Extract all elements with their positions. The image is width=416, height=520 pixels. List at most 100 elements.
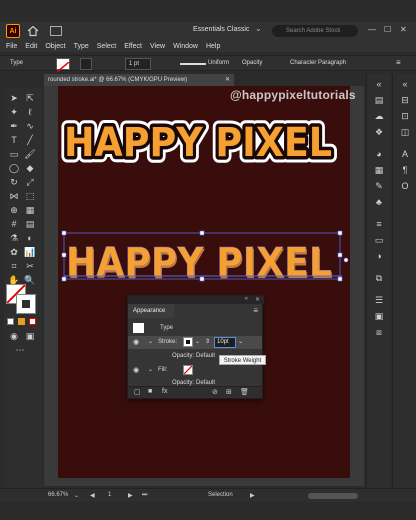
layers-panel-icon[interactable]: ❖ [373,126,385,138]
artboards-panel-icon[interactable]: ▣ [373,310,385,322]
eyedropper-icon[interactable]: ⚗ [8,232,20,244]
visibility-eye-icon[interactable]: ◉ [133,338,139,346]
menu-help[interactable]: Help [206,43,220,50]
stroke-row[interactable]: ◉ ⌄ Stroke: ⌄ ⇕ 10pt ⌄ [128,336,262,349]
blend-tool-icon[interactable]: ◐ [24,232,36,244]
document-tab[interactable]: rounded stroke.ai* @ 66.67% (CMYK/GPU Pr… [44,74,234,86]
mesh-tool-icon[interactable]: # [8,218,20,230]
draw-mode-icon[interactable]: ◉ [8,330,20,342]
free-transform-icon[interactable]: ⬚ [24,190,36,202]
screen-mode-icon[interactable]: ▣ [24,330,36,342]
add-effect-icon[interactable]: fx [162,388,167,395]
fill-attribute-label[interactable]: Fill: [158,367,167,373]
paragraph-panel-icon[interactable]: ¶ [399,164,411,176]
menu-edit[interactable]: Edit [25,43,37,50]
close-tab-icon[interactable]: ✕ [225,74,230,86]
stroke-swatch[interactable] [183,337,193,347]
image-trace-icon[interactable]: ⧉ [373,272,385,284]
paintbrush-icon[interactable]: 🖌 [24,148,36,160]
color-panel-icon[interactable]: ◕ [373,148,385,160]
menu-window[interactable]: Window [173,43,198,50]
minimize-icon[interactable]: — [368,25,376,34]
perspective-grid-icon[interactable]: ▦ [24,204,36,216]
magic-wand-icon[interactable]: ✦ [8,106,20,118]
opacity-link[interactable]: Opacity: [172,353,194,359]
variable-width-profile[interactable]: Uniform [178,58,232,70]
duplicate-item-icon[interactable]: ⊞ [226,388,232,396]
stroke-attribute-label[interactable]: Stroke: [158,339,177,345]
eraser-icon[interactable]: ◆ [24,162,36,174]
chevron-down-icon[interactable]: ⌄ [238,338,243,345]
chevron-down-icon[interactable]: ⌄ [255,24,262,33]
visibility-eye-icon[interactable]: ◉ [133,366,139,374]
shape-builder-icon[interactable]: ⊕ [8,204,20,216]
workspace-switcher[interactable]: Essentials Classic [193,26,249,33]
curvature-tool-icon[interactable]: ∿ [24,120,36,132]
none-mode-icon[interactable] [29,318,36,325]
expand-icon[interactable]: « [399,78,411,90]
swatches-panel-icon[interactable]: ▦ [373,164,385,176]
opentype-panel-icon[interactable]: O [399,180,411,192]
menu-type[interactable]: Type [74,43,89,50]
shaper-tool-icon[interactable]: ◯ [8,162,20,174]
menu-file[interactable]: File [6,43,17,50]
panel-menu-icon[interactable]: ≡ [396,58,401,67]
chevron-down-icon[interactable]: ⌄ [148,366,153,373]
stroke-weight-input[interactable]: 10pt [214,337,236,348]
artboard-next-icon[interactable]: ▶ [128,492,133,499]
edit-toolbar-icon[interactable]: ⋯ [14,344,26,356]
pathfinder-panel-icon[interactable]: ◫ [399,126,411,138]
character-panel-icon[interactable]: A [399,148,411,160]
add-stroke-icon[interactable]: ▢ [134,388,141,396]
appearance-tab[interactable]: Appearance [128,304,174,318]
stepper-icon[interactable]: ⇕ [205,338,210,345]
panel-menu-icon[interactable]: ≡ [253,306,258,315]
gradient-tool-icon[interactable]: ▤ [24,218,36,230]
chevron-down-icon[interactable]: ⌄ [195,338,200,345]
chevron-down-icon[interactable]: ⌄ [74,492,79,499]
scale-tool-icon[interactable]: ⤢ [24,176,36,188]
clear-appearance-icon[interactable]: ⊘ [212,388,218,396]
stroke-panel-icon[interactable]: ≡ [373,218,385,230]
fill-swatch[interactable] [56,58,70,73]
type-tool-icon[interactable]: T [8,134,20,146]
artboard-prev-icon[interactable]: ◀ [90,492,95,499]
selection-tool-icon[interactable]: ➤ [8,92,20,104]
pen-tool-icon[interactable]: ✒ [8,120,20,132]
delete-item-icon[interactable]: 🗑 [240,388,249,396]
menu-view[interactable]: View [150,43,165,50]
brushes-panel-icon[interactable]: ✎ [373,180,385,192]
libraries-panel-icon[interactable]: ☁ [373,110,385,122]
zoom-level[interactable]: 66.67% [48,492,68,498]
horizontal-scrollbar[interactable] [308,493,358,499]
transform-panel-icon[interactable]: ⊡ [399,110,411,122]
status-menu-icon[interactable]: ▶ [250,492,255,499]
fill-swatch[interactable] [183,365,193,375]
artboard-last-icon[interactable]: ⏭ [142,492,147,499]
stroke-swatch[interactable] [80,58,92,70]
slice-tool-icon[interactable]: ✂ [24,260,36,272]
gradient-mode-icon[interactable] [18,318,25,325]
add-fill-icon[interactable]: ■ [148,388,152,395]
text-bottom-selected[interactable]: HAPPY PIXEL HAPPY PIXEL [61,230,349,288]
links-panel-icon[interactable]: ⧈ [373,326,385,338]
graph-tool-icon[interactable]: 📊 [24,246,36,258]
maximize-icon[interactable]: ☐ [384,25,391,34]
chevron-down-icon[interactable]: ⌄ [148,338,153,345]
close-icon[interactable]: ✕ [400,25,407,34]
gradient-panel-icon[interactable]: ▭ [373,234,385,246]
rectangle-tool-icon[interactable]: ▭ [8,148,20,160]
paragraph-link[interactable]: Paragraph [318,60,346,66]
home-icon[interactable] [27,25,39,37]
direct-selection-tool-icon[interactable]: ⇱ [24,92,36,104]
stroke-color-swatch[interactable] [16,294,36,314]
stock-search-input[interactable]: Search Adobe Stock [272,25,358,37]
color-mode-icon[interactable] [7,318,14,325]
width-tool-icon[interactable]: ⋈ [8,190,20,202]
collapse-icon[interactable]: « [373,78,385,90]
text-top-outline[interactable]: HAPPY PIXEL HAPPY PIXEL HAPPY PIXEL [58,114,339,173]
layers-stack-icon[interactable]: ☰ [373,294,385,306]
symbols-panel-icon[interactable]: ♣ [373,196,385,208]
panel-drag-bar[interactable]: « ✕ [128,296,264,304]
transparency-panel-icon[interactable]: ◑ [373,250,385,262]
